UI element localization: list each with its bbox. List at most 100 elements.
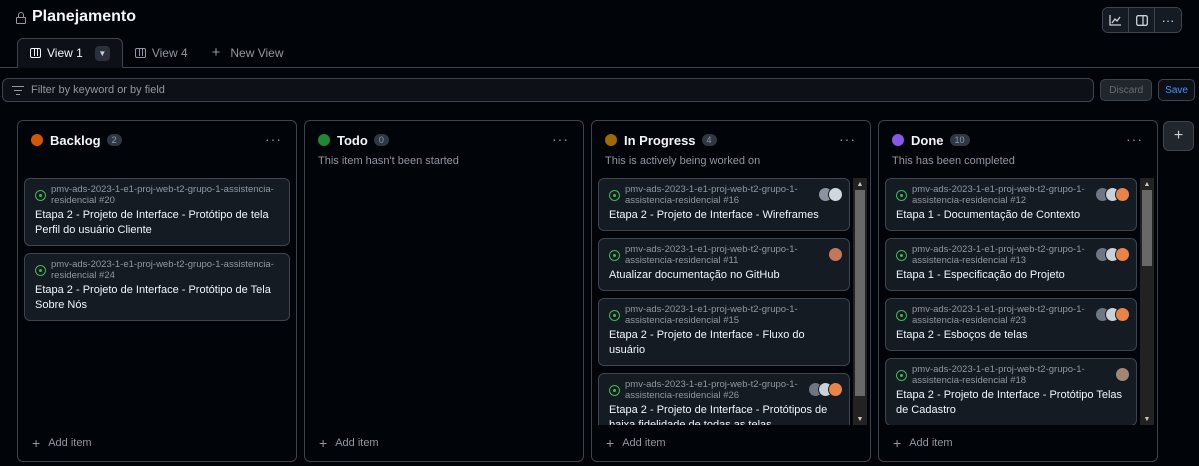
column-header: In Progress 4 ··· bbox=[592, 121, 870, 159]
discard-button[interactable]: Discard bbox=[1100, 79, 1153, 101]
issue-card[interactable]: pmv-ads-2023-1-e1-proj-web-t2-grupo-1-as… bbox=[24, 178, 290, 246]
issue-title[interactable]: Etapa 2 - Projeto de Interface - Protóti… bbox=[35, 208, 281, 238]
issue-open-icon bbox=[896, 190, 907, 201]
avatar bbox=[828, 247, 843, 262]
issue-repo-ref: pmv-ads-2023-1-e1-proj-web-t2-grupo-1-as… bbox=[625, 244, 798, 266]
tab-view-1[interactable]: View 1 ▼ bbox=[17, 38, 123, 68]
plus-icon: + bbox=[32, 435, 41, 451]
assignees bbox=[808, 382, 843, 397]
add-item-button[interactable]: + Add item bbox=[319, 435, 379, 451]
column-title: Done bbox=[911, 132, 944, 148]
plus-icon: + bbox=[1173, 127, 1184, 144]
column-title: Backlog bbox=[50, 132, 101, 148]
scroll-up-arrow[interactable]: ▲ bbox=[1140, 178, 1154, 190]
triangle-down-icon: ▼ bbox=[98, 48, 107, 58]
column-menu-button[interactable]: ··· bbox=[1126, 131, 1143, 147]
column-todo: Todo 0 ··· This item hasn't been started… bbox=[304, 120, 584, 462]
add-item-label: Add item bbox=[909, 437, 953, 449]
issue-card[interactable]: pmv-ads-2023-1-e1-proj-web-t2-grupo-1-as… bbox=[885, 358, 1137, 425]
issue-title[interactable]: Etapa 2 - Esboços de telas bbox=[896, 328, 1128, 343]
view-options-button[interactable]: ▼ bbox=[94, 45, 110, 61]
add-item-button[interactable]: + Add item bbox=[32, 435, 92, 451]
item-count-badge: 0 bbox=[373, 134, 389, 146]
issue-card[interactable]: pmv-ads-2023-1-e1-proj-web-t2-grupo-1-as… bbox=[598, 373, 850, 425]
add-column-button[interactable]: + bbox=[1163, 121, 1194, 151]
project-title: Planejamento bbox=[32, 8, 137, 25]
avatar bbox=[828, 187, 843, 202]
filter-input[interactable]: Filter by keyword or by field bbox=[2, 78, 1095, 102]
add-item-button[interactable]: + Add item bbox=[893, 435, 953, 451]
issue-title[interactable]: Etapa 1 - Especificação do Projeto bbox=[896, 268, 1128, 283]
column-menu-button[interactable]: ··· bbox=[839, 131, 856, 147]
filter-placeholder: Filter by keyword or by field bbox=[31, 84, 165, 96]
scroll-down-arrow[interactable]: ▼ bbox=[853, 413, 867, 425]
project-header: Planejamento ··· bbox=[0, 0, 1199, 34]
graph-icon bbox=[1109, 14, 1121, 26]
issue-repo-ref: pmv-ads-2023-1-e1-proj-web-t2-grupo-1-as… bbox=[912, 304, 1085, 326]
issue-card[interactable]: pmv-ads-2023-1-e1-proj-web-t2-grupo-1-as… bbox=[885, 178, 1137, 231]
item-count-badge: 4 bbox=[701, 134, 717, 146]
column-menu-button[interactable]: ··· bbox=[265, 131, 282, 147]
scroll-thumb[interactable] bbox=[1142, 190, 1152, 266]
board-icon bbox=[30, 48, 41, 58]
issue-title[interactable]: Atualizar documentação no GitHub bbox=[609, 268, 841, 283]
issue-card[interactable]: pmv-ads-2023-1-e1-proj-web-t2-grupo-1-as… bbox=[885, 238, 1137, 291]
scroll-down-arrow[interactable]: ▼ bbox=[1140, 413, 1154, 425]
scroll-thumb[interactable] bbox=[855, 190, 865, 396]
column-scrollbar[interactable]: ▲ ▼ bbox=[1140, 178, 1154, 425]
issue-repo-ref: pmv-ads-2023-1-e1-proj-web-t2-grupo-1-as… bbox=[625, 304, 798, 326]
issue-title[interactable]: Etapa 2 - Projeto de Interface - Fluxo d… bbox=[609, 328, 841, 358]
board-icon bbox=[134, 47, 146, 58]
issue-card[interactable]: pmv-ads-2023-1-e1-proj-web-t2-grupo-1-as… bbox=[24, 253, 290, 321]
issue-open-icon bbox=[609, 385, 620, 396]
issue-repo-ref: pmv-ads-2023-1-e1-proj-web-t2-grupo-1-as… bbox=[912, 364, 1085, 386]
issue-title[interactable]: Etapa 1 - Documentação de Contexto bbox=[896, 208, 1128, 223]
issue-repo-ref: pmv-ads-2023-1-e1-proj-web-t2-grupo-1-as… bbox=[912, 184, 1085, 206]
status-dot bbox=[892, 134, 904, 146]
board: Backlog 2 ··· pmv-ads-2023-1-e1-proj-web… bbox=[17, 120, 1158, 462]
issue-repo-ref: pmv-ads-2023-1-e1-proj-web-t2-grupo-1-as… bbox=[51, 259, 274, 281]
issue-title[interactable]: Etapa 2 - Projeto de Interface - Protóti… bbox=[609, 403, 841, 425]
plus-icon: + bbox=[319, 435, 328, 451]
avatar bbox=[1115, 247, 1130, 262]
add-item-button[interactable]: + Add item bbox=[606, 435, 666, 451]
issue-card[interactable]: pmv-ads-2023-1-e1-proj-web-t2-grupo-1-as… bbox=[885, 298, 1137, 351]
assignees bbox=[1095, 247, 1130, 262]
issue-repo-ref: pmv-ads-2023-1-e1-proj-web-t2-grupo-1-as… bbox=[912, 244, 1085, 266]
issue-open-icon bbox=[609, 250, 620, 261]
column-items: pmv-ads-2023-1-e1-proj-web-t2-grupo-1-as… bbox=[885, 178, 1137, 425]
issue-open-icon bbox=[35, 190, 46, 201]
scroll-up-arrow[interactable]: ▲ bbox=[853, 178, 867, 190]
save-button[interactable]: Save bbox=[1158, 79, 1195, 101]
add-item-label: Add item bbox=[48, 437, 92, 449]
issue-open-icon bbox=[609, 190, 620, 201]
column-items: pmv-ads-2023-1-e1-proj-web-t2-grupo-1-as… bbox=[24, 178, 290, 425]
issue-repo-ref: pmv-ads-2023-1-e1-proj-web-t2-grupo-1-as… bbox=[625, 184, 798, 206]
issue-title[interactable]: Etapa 2 - Projeto de Interface - Protóti… bbox=[896, 388, 1128, 418]
new-view-button[interactable]: + New View bbox=[200, 38, 296, 67]
insights-button[interactable] bbox=[1103, 8, 1129, 32]
issue-title[interactable]: Etapa 2 - Projeto de Interface - Wirefra… bbox=[609, 208, 841, 223]
plus-icon: + bbox=[893, 435, 902, 451]
column-scrollbar[interactable]: ▲ ▼ bbox=[853, 178, 867, 425]
item-count-badge: 10 bbox=[949, 134, 970, 146]
issue-open-icon bbox=[35, 265, 46, 276]
sidebar-icon bbox=[1135, 14, 1148, 26]
more-options-button[interactable]: ··· bbox=[1155, 8, 1181, 32]
new-view-label: New View bbox=[230, 45, 284, 60]
tab-view-4[interactable]: View 4 bbox=[123, 38, 200, 67]
issue-card[interactable]: pmv-ads-2023-1-e1-proj-web-t2-grupo-1-as… bbox=[598, 178, 850, 231]
issue-repo-ref: pmv-ads-2023-1-e1-proj-web-t2-grupo-1-as… bbox=[625, 379, 798, 401]
header-actions: ··· bbox=[1102, 7, 1182, 33]
column-menu-button[interactable]: ··· bbox=[552, 131, 569, 147]
item-count-badge: 2 bbox=[106, 134, 122, 146]
column-header: Done 10 ··· bbox=[879, 121, 1157, 159]
column-title: In Progress bbox=[624, 132, 696, 148]
assignees bbox=[1115, 367, 1130, 382]
issue-card[interactable]: pmv-ads-2023-1-e1-proj-web-t2-grupo-1-as… bbox=[598, 298, 850, 366]
column-title: Todo bbox=[337, 132, 368, 148]
layout-button[interactable] bbox=[1129, 8, 1155, 32]
issue-title[interactable]: Etapa 2 - Projeto de Interface - Protóti… bbox=[35, 283, 281, 313]
avatar bbox=[1115, 187, 1130, 202]
issue-card[interactable]: pmv-ads-2023-1-e1-proj-web-t2-grupo-1-as… bbox=[598, 238, 850, 291]
